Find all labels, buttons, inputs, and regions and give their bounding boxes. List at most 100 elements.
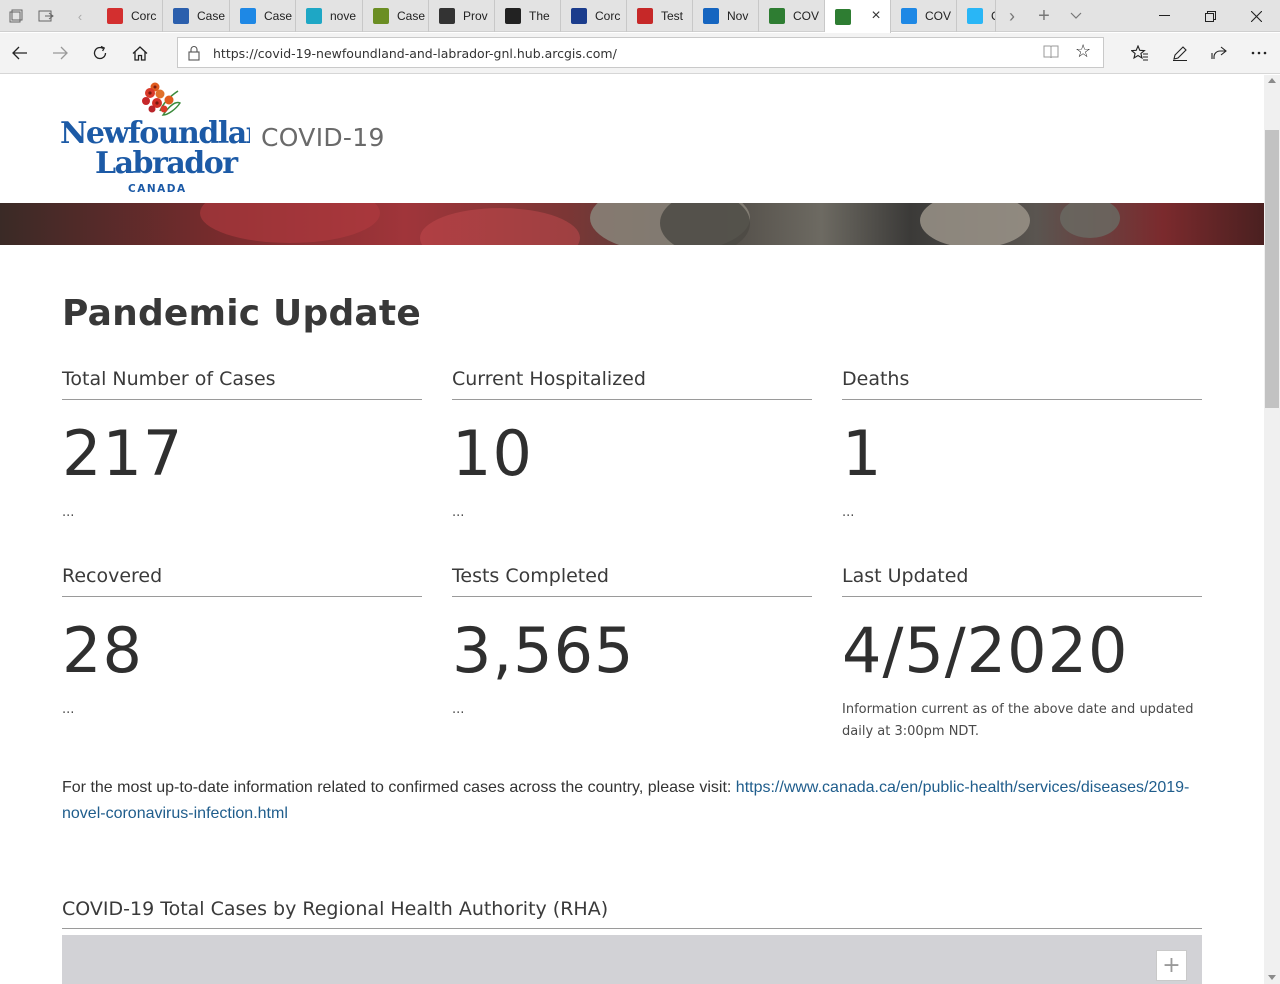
stat-label: Recovered: [62, 565, 422, 597]
close-window-icon[interactable]: [1233, 0, 1279, 32]
tab-label: nove: [330, 9, 357, 23]
scrollbar-thumb[interactable]: [1265, 130, 1279, 408]
favorite-star-icon[interactable]: ☆: [1075, 41, 1091, 62]
minimize-icon[interactable]: [1141, 0, 1187, 32]
tab-label: Nov: [727, 9, 749, 23]
stat-current-hospitalized: Current Hospitalized 10 ...: [452, 368, 812, 524]
refresh-icon[interactable]: [84, 38, 116, 68]
back-icon[interactable]: [4, 38, 36, 68]
web-note-pen-icon[interactable]: [1164, 38, 1196, 68]
circle-logo-icon: [505, 8, 521, 24]
page-scrollbar[interactable]: [1264, 75, 1280, 984]
url-text[interactable]: https://covid-19-newfoundland-and-labrad…: [213, 46, 617, 61]
tab-label: COV: [793, 9, 820, 23]
scroll-up-icon[interactable]: [1268, 78, 1276, 83]
navigation-bar: https://covid-19-newfoundland-and-labrad…: [0, 33, 1280, 74]
lock-icon[interactable]: [187, 45, 201, 61]
wave-icon: [967, 8, 983, 24]
tab-label: Case: [264, 9, 293, 23]
tab-label: Corc: [595, 9, 621, 23]
globe-icon: [835, 8, 851, 25]
logo-wordmark-canada: CANADA: [128, 183, 187, 195]
stat-tests-completed: Tests Completed 3,565 ...: [452, 565, 812, 721]
browser-tab[interactable]: COV: [891, 0, 957, 32]
stat-label: Last Updated: [842, 565, 1202, 597]
browser-tab[interactable]: Case: [163, 0, 230, 32]
browser-tab[interactable]: Test: [627, 0, 693, 32]
stat-footnote: ...: [842, 505, 855, 520]
stat-value: 3,565: [452, 614, 635, 687]
restore-icon[interactable]: [1187, 0, 1233, 32]
browser-tab[interactable]: COV: [759, 0, 825, 32]
stat-last-updated: Last Updated 4/5/2020 Information curren…: [842, 565, 1202, 743]
bison-icon: [439, 8, 455, 24]
page-title: Pandemic Update: [62, 293, 421, 334]
scroll-tabs-left-icon[interactable]: ‹: [64, 0, 96, 32]
rha-section-title: COVID-19 Total Cases by Regional Health …: [62, 898, 1202, 929]
stat-label: Current Hospitalized: [452, 368, 812, 400]
stat-label: Tests Completed: [452, 565, 812, 597]
browser-tab[interactable]: Case: [363, 0, 429, 32]
scroll-down-icon[interactable]: [1268, 975, 1276, 980]
header-banner-image: [0, 203, 1264, 245]
reading-view-icon[interactable]: [1043, 45, 1059, 62]
chart-icon: [240, 8, 256, 24]
tab-label: Test: [661, 9, 684, 23]
nb-icon: [769, 8, 785, 24]
stat-value: 28: [62, 614, 143, 687]
ab-icon: [637, 8, 653, 24]
forward-icon[interactable]: [44, 38, 76, 68]
more-options-icon[interactable]: [1243, 38, 1275, 68]
browser-tab[interactable]: nove: [296, 0, 363, 32]
stat-label: Total Number of Cases: [62, 368, 422, 400]
shield-icon: [373, 8, 389, 24]
home-icon[interactable]: [124, 38, 156, 68]
browser-tab[interactable]: Corc: [561, 0, 627, 32]
maple-leaf-icon: [107, 8, 123, 24]
tab-label: The: [529, 9, 550, 23]
stat-footnote: ...: [452, 505, 465, 520]
stat-total-cases: Total Number of Cases 217 ...: [62, 368, 422, 524]
newfoundland-labrador-logo[interactable]: Newfoundland Labrador CANADA: [60, 81, 288, 195]
info-text: For the most up-to-date information rela…: [62, 779, 736, 796]
stat-value: 4/5/2020: [842, 614, 1129, 687]
info-paragraph: For the most up-to-date information rela…: [62, 775, 1202, 827]
stat-deaths: Deaths 1 ...: [842, 368, 1202, 524]
zoom-in-button[interactable]: +: [1156, 950, 1187, 981]
tab-label: Corc: [131, 9, 157, 23]
stat-label: Deaths: [842, 368, 1202, 400]
close-tab-icon[interactable]: ×: [868, 8, 884, 24]
share-icon[interactable]: [1203, 38, 1235, 68]
tab-actions-icon[interactable]: [0, 0, 32, 32]
stat-footnote: ...: [452, 702, 465, 717]
browser-tab[interactable]: C: [957, 0, 996, 32]
stat-value: 10: [452, 417, 533, 490]
address-bar[interactable]: https://covid-19-newfoundland-and-labrad…: [177, 37, 1104, 68]
browser-tab[interactable]: Corc: [97, 0, 163, 32]
rha-map[interactable]: +: [62, 935, 1202, 984]
site-title[interactable]: COVID-19: [261, 123, 385, 152]
stat-value: 1: [842, 417, 883, 490]
favorites-hub-icon[interactable]: [1124, 38, 1156, 68]
stat-footnote: Information current as of the above date…: [842, 702, 1194, 739]
stat-value: 217: [62, 417, 184, 490]
tab-strip: ‹ Corc Case Case nove Case Prov The Corc Test Nov…: [0, 0, 1280, 33]
tab-preview-chevron-icon[interactable]: [1060, 0, 1092, 32]
new-tab-icon[interactable]: +: [1028, 0, 1060, 32]
browser-tab[interactable]: ×: [825, 0, 891, 33]
logo-wordmark-labrador: Labrador: [95, 146, 239, 181]
medical-cross-icon: [306, 8, 322, 24]
browser-tab[interactable]: Prov: [429, 0, 495, 32]
browser-tab[interactable]: The: [495, 0, 561, 32]
site-header: Newfoundland Labrador CANADA COVID-19: [0, 75, 1264, 203]
fleur-de-lis-icon: [571, 8, 587, 24]
browser-tab[interactable]: Nov: [693, 0, 759, 32]
stat-footnote: ...: [62, 505, 75, 520]
tab-label: COV: [925, 9, 952, 23]
scroll-tabs-right-icon[interactable]: ›: [996, 0, 1028, 32]
web-page: Newfoundland Labrador CANADA COVID-19 Pa…: [0, 75, 1264, 984]
arcgis-icon: [901, 8, 917, 24]
browser-tab[interactable]: Case: [230, 0, 296, 32]
tab-label: Case: [397, 9, 426, 23]
set-aside-tabs-icon[interactable]: [30, 0, 62, 32]
